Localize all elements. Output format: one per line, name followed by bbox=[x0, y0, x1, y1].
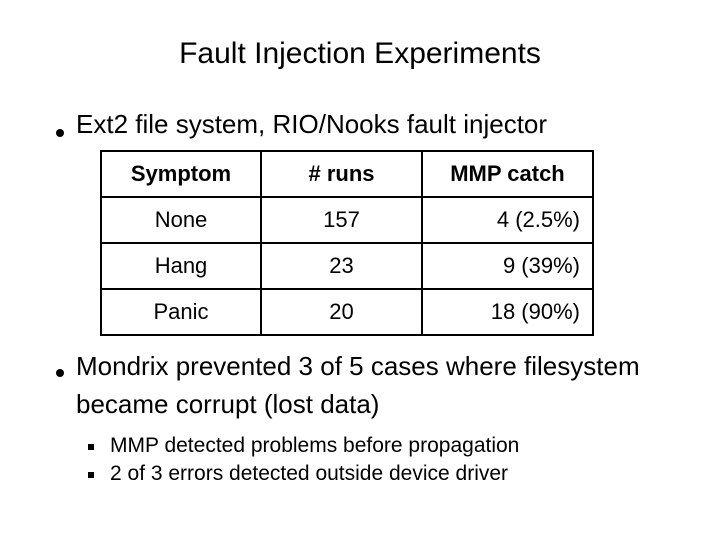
cell-runs: 157 bbox=[260, 196, 423, 244]
sub-bullet-item-2: 2 of 3 errors detected outside device dr… bbox=[88, 460, 688, 488]
cell-runs: 23 bbox=[260, 242, 423, 290]
round-bullet-icon bbox=[48, 347, 76, 381]
cell-mmp-catch: 4 (2.5%) bbox=[421, 196, 594, 244]
table-header-row: Symptom # runs MMP catch bbox=[100, 150, 594, 198]
table-row: Panic 20 18 (90%) bbox=[100, 288, 594, 336]
table-row: None 157 4 (2.5%) bbox=[100, 196, 594, 244]
slide-canvas: Fault Injection Experiments Ext2 file sy… bbox=[0, 0, 720, 540]
cell-symptom: None bbox=[100, 196, 262, 244]
cell-symptom: Hang bbox=[100, 242, 262, 290]
bullet-item-2: Mondrix prevented 3 of 5 cases where fil… bbox=[48, 347, 708, 423]
cell-mmp-catch: 9 (39%) bbox=[421, 242, 594, 290]
table-body: None 157 4 (2.5%) Hang 23 9 (39%) Panic … bbox=[100, 196, 594, 336]
square-bullet-icon bbox=[88, 460, 110, 488]
square-bullet-icon bbox=[88, 432, 110, 460]
table-header: Symptom # runs MMP catch bbox=[100, 150, 594, 198]
bullet-item-1: Ext2 file system, RIO/Nooks fault inject… bbox=[48, 107, 708, 141]
sub-bullet-list: MMP detected problems before propagation… bbox=[88, 432, 688, 488]
cell-runs: 20 bbox=[260, 288, 423, 336]
cell-symptom: Panic bbox=[100, 288, 262, 336]
cell-mmp-catch: 18 (90%) bbox=[421, 288, 594, 336]
fault-injection-table: Symptom # runs MMP catch None 157 4 (2.5… bbox=[100, 150, 594, 336]
table-row: Hang 23 9 (39%) bbox=[100, 242, 594, 290]
round-bullet-icon bbox=[48, 107, 76, 141]
page-title: Fault Injection Experiments bbox=[179, 37, 541, 70]
sub-bullet-item-2-label: 2 of 3 errors detected outside device dr… bbox=[110, 462, 509, 485]
bullet-item-1-label: Ext2 file system, RIO/Nooks fault inject… bbox=[76, 109, 548, 139]
bullet-item-2-label: Mondrix prevented 3 of 5 cases where fil… bbox=[76, 351, 640, 419]
column-header-mmp-catch: MMP catch bbox=[421, 150, 594, 198]
sub-bullet-item-1-label: MMP detected problems before propagation bbox=[110, 434, 520, 457]
column-header-symptom: Symptom bbox=[100, 150, 262, 198]
sub-bullet-item-1: MMP detected problems before propagation bbox=[88, 432, 688, 460]
column-header-runs: # runs bbox=[260, 150, 423, 198]
